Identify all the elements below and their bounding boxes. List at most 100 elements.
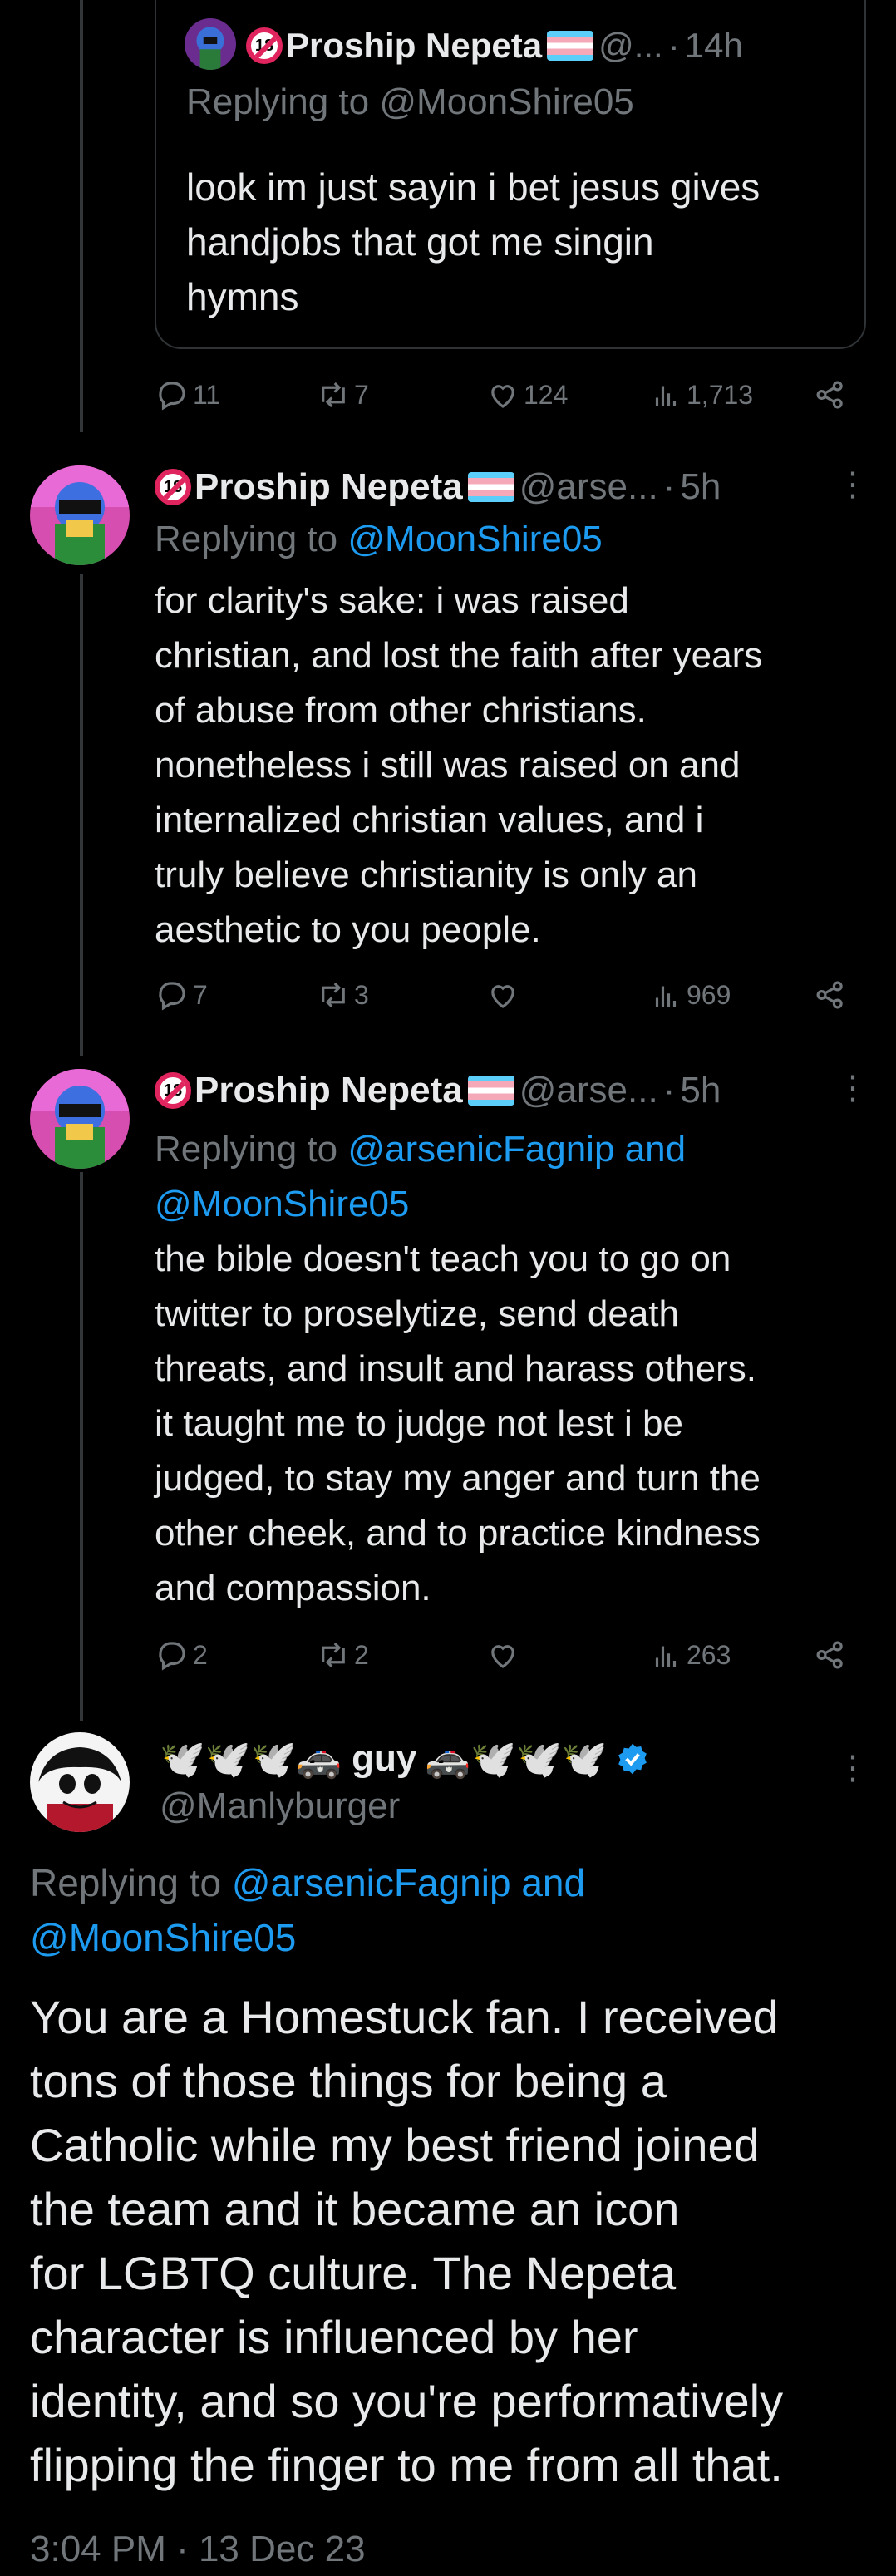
verified-badge-icon [618, 1743, 647, 1775]
tweet-text-line: and compassion. [155, 1568, 431, 1608]
retweet-icon [322, 382, 345, 408]
retweet-icon [322, 982, 345, 1008]
share-button[interactable] [813, 1638, 851, 1672]
reply-button[interactable]: 11 [155, 377, 220, 412]
heart-icon [491, 985, 514, 1008]
share-button[interactable] [813, 377, 851, 412]
replying-to-link[interactable]: @MoonShire05 [347, 519, 602, 559]
views-button[interactable]: 263 [648, 1638, 731, 1672]
reply-count: 7 [193, 979, 208, 1010]
timestamp[interactable]: 5h [680, 1070, 721, 1111]
share-icon [816, 381, 843, 409]
more-options-button[interactable]: ⋮ [836, 465, 869, 504]
tweet-text-line: of abuse from other christians. [155, 690, 647, 731]
like-button[interactable]: 124 [485, 377, 568, 412]
tweet-header: 18 Proship Nepeta @arse... · 5h [155, 1067, 844, 1114]
tweet-text-line: judged, to stay my anger and turn the [155, 1458, 761, 1499]
tweet-text-line: handjobs that got me singin [186, 220, 654, 264]
tweet-text-line: it taught me to judge not lest i be [155, 1403, 683, 1444]
views-count: 263 [687, 1639, 731, 1670]
replying-to-link[interactable]: @arsenicFagnip and [347, 1129, 686, 1170]
tweet-text-line: the bible doesn't teach you to go on [155, 1239, 731, 1279]
action-bar: 7 3 969 [155, 978, 853, 1019]
tweet-text-line: christian, and lost the faith after year… [155, 635, 763, 676]
tweet-text-line: truly believe christianity is only an [155, 855, 697, 895]
display-name[interactable]: Proship Nepeta [286, 26, 542, 66]
trans-flag-icon [467, 1076, 514, 1106]
replying-to: Replying to @MoonShire05 [186, 81, 634, 123]
reply-button[interactable]: 2 [155, 1638, 208, 1672]
action-bar: 11 7 124 1,713 [155, 377, 853, 419]
no-under-18-icon: 18 [246, 27, 283, 64]
views-button[interactable]: 1,713 [648, 377, 753, 412]
tweet-text-line: for clarity's sake: i was raised [155, 580, 629, 621]
thread-line [80, 0, 83, 432]
replying-to-link[interactable]: @MoonShire05 [155, 1177, 686, 1232]
avatar[interactable] [30, 465, 130, 565]
tweet-header: 18 Proship Nepeta @arse... · 5h [155, 464, 844, 510]
tweet-text-line: nonetheless i still was raised on and [155, 745, 741, 786]
like-count: 124 [524, 379, 569, 410]
views-button[interactable]: 969 [648, 978, 731, 1012]
tweet-text-line: You are a Homestuck fan. I received [30, 1991, 779, 2043]
tweet-text-line: identity, and so you're performatively [30, 2375, 784, 2427]
avatar[interactable] [30, 1069, 130, 1169]
reply-icon [159, 382, 185, 411]
tweet-text-line: for LGBTQ culture. The Nepeta [30, 2247, 677, 2299]
timestamp[interactable]: 14h [685, 26, 743, 66]
reply-button[interactable]: 7 [155, 978, 208, 1012]
handle[interactable]: @... [598, 26, 663, 66]
tweet-text-line: hymns [186, 275, 299, 318]
views-icon [655, 1646, 677, 1667]
display-name-emoji-left: 🕊️🕊️🕊️🚓 [160, 1739, 342, 1780]
handle[interactable]: @arse... [519, 466, 658, 508]
separator-dot: · [667, 26, 680, 65]
tweet-text-line: Catholic while my best friend joined [30, 2119, 760, 2171]
reply-icon [159, 982, 185, 1011]
retweet-button[interactable]: 3 [316, 978, 369, 1012]
handle[interactable]: @arse... [519, 1070, 658, 1111]
replying-to-link[interactable]: @arsenicFagnip and [232, 1861, 585, 1904]
separator-dot: · [662, 1070, 676, 1111]
replying-label: Replying to [30, 1861, 222, 1904]
no-under-18-icon: 18 [155, 469, 191, 505]
avatar[interactable] [30, 1732, 130, 1832]
views-count: 969 [687, 979, 731, 1010]
tweet-text-line: internalized christian values, and i [155, 800, 704, 840]
thread-line [80, 574, 83, 1056]
reply-count: 2 [193, 1639, 208, 1670]
replying-to-link[interactable]: @MoonShire05 [379, 81, 633, 122]
retweet-button[interactable]: 7 [316, 377, 369, 412]
tweet-text: look im just sayin i bet jesus gives han… [186, 160, 760, 324]
avatar[interactable] [185, 18, 236, 70]
like-button[interactable] [485, 978, 524, 1012]
retweet-count: 3 [354, 979, 369, 1010]
reply-count: 11 [193, 379, 221, 410]
tweet-timestamp[interactable]: 3:04 PM · 13 Dec 23 [30, 2529, 366, 2570]
tweet-text: for clarity's sake: i was raised christi… [155, 574, 762, 958]
replying-to: Replying to @MoonShire05 [155, 519, 603, 560]
replying-to: Replying to @arsenicFagnip and @MoonShir… [30, 1855, 585, 1965]
like-button[interactable] [485, 1638, 524, 1672]
thread-line [80, 1172, 83, 1721]
more-options-button[interactable]: ⋮ [836, 1069, 869, 1107]
heart-icon [491, 385, 514, 408]
replying-label: Replying to [155, 1129, 338, 1170]
tweet-header: 18 Proship Nepeta @... · 14h [246, 25, 743, 66]
more-options-button[interactable]: ⋮ [836, 1749, 869, 1787]
tweet-text-line: threats, and insult and harass others. [155, 1348, 756, 1389]
tweet-header: 🕊️🕊️🕊️🚓 guy 🚓🕊️🕊️🕊️ [160, 1736, 651, 1782]
timestamp[interactable]: 5h [680, 466, 721, 508]
handle[interactable]: @Manlyburger [160, 1785, 400, 1827]
display-name[interactable]: guy [352, 1738, 416, 1780]
separator-dot: · [662, 466, 676, 507]
retweet-button[interactable]: 2 [316, 1638, 369, 1672]
tweet-text: the bible doesn't teach you to go on twi… [155, 1232, 761, 1616]
reply-icon [159, 1642, 185, 1671]
tweet-text-line: tons of those things for being a [30, 2055, 667, 2107]
display-name[interactable]: Proship Nepeta [194, 1070, 463, 1111]
retweet-count: 2 [354, 1639, 369, 1670]
display-name[interactable]: Proship Nepeta [194, 466, 463, 508]
replying-to-link[interactable]: @MoonShire05 [30, 1910, 585, 1965]
share-button[interactable] [813, 978, 851, 1012]
